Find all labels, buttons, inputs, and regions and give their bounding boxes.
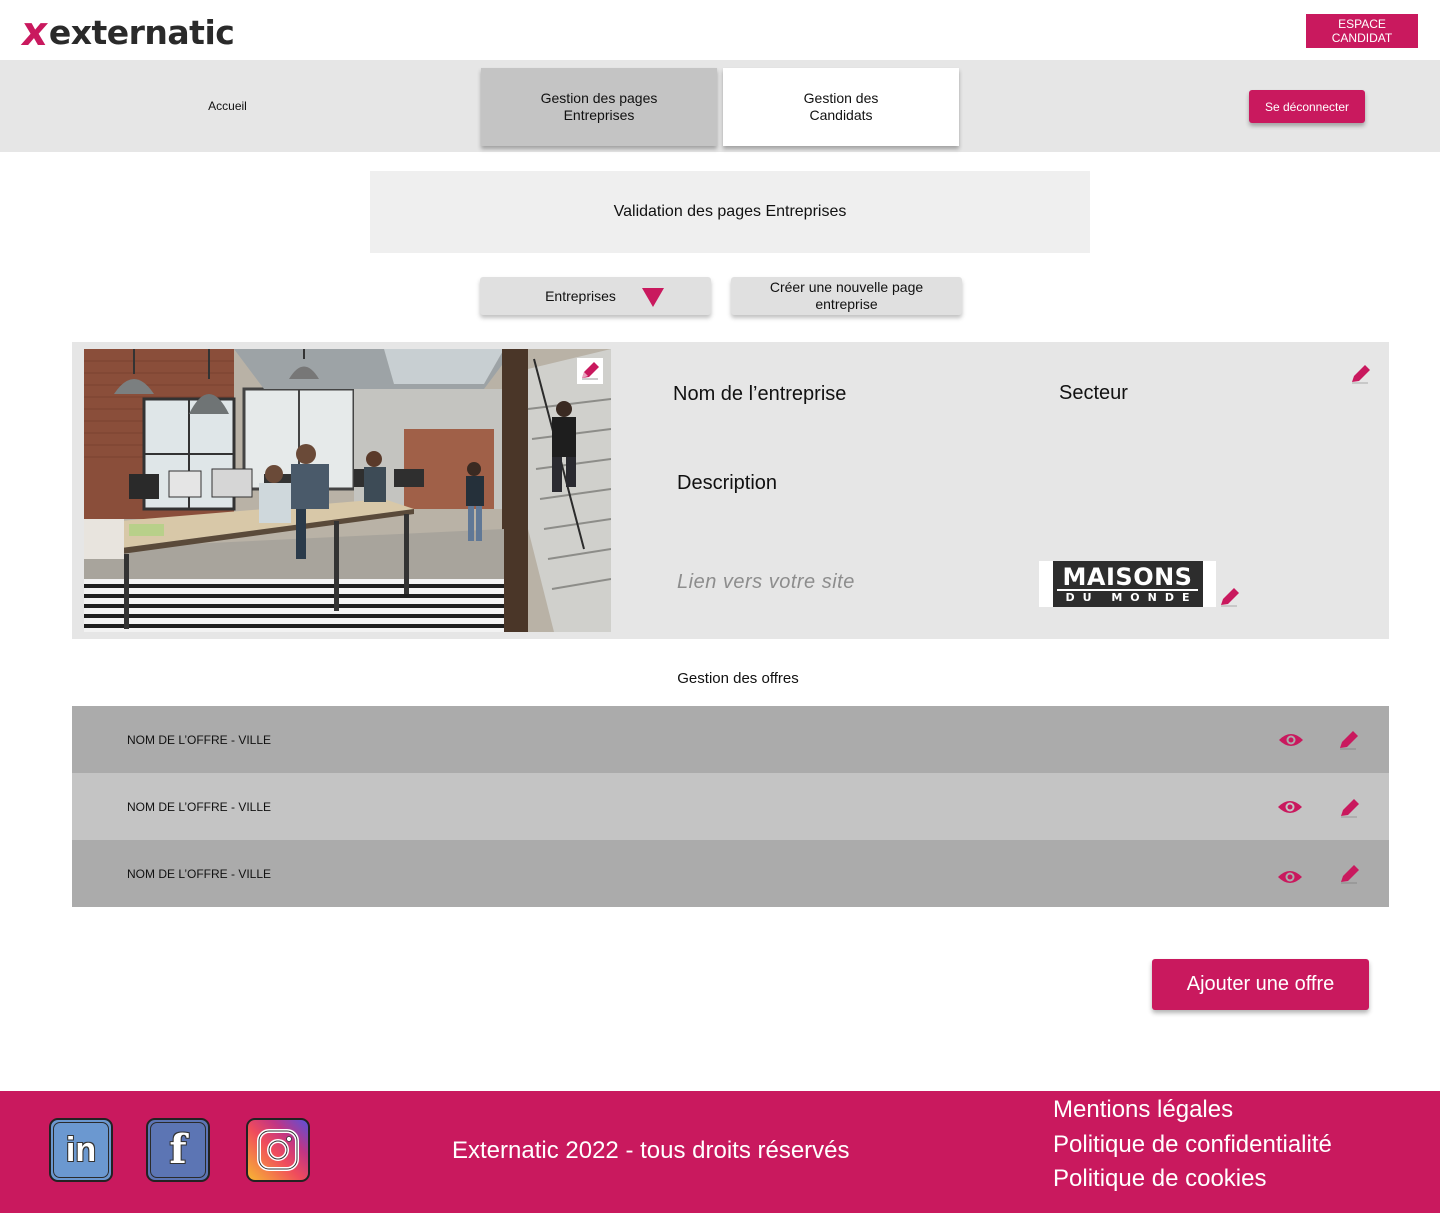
offer-label: NOM DE L’OFFRE - VILLE bbox=[127, 800, 272, 814]
edit-company-info-button[interactable] bbox=[1348, 361, 1374, 387]
tab-gestion-entreprises[interactable]: Gestion des pages Entreprises bbox=[481, 68, 717, 146]
eye-icon[interactable] bbox=[1277, 868, 1303, 886]
company-logo: MAISONS DU MONDE bbox=[1039, 561, 1216, 607]
nav-home-link[interactable]: Accueil bbox=[180, 99, 275, 113]
linkedin-link[interactable]: in bbox=[49, 1118, 113, 1182]
logo[interactable]: x externatic bbox=[18, 9, 235, 55]
pencil-icon[interactable] bbox=[1336, 727, 1362, 753]
facebook-icon: f bbox=[150, 1122, 206, 1178]
dropdown-triangle-icon bbox=[642, 288, 664, 307]
logout-button[interactable]: Se déconnecter bbox=[1249, 90, 1365, 123]
pencil-icon[interactable] bbox=[1337, 795, 1363, 821]
linkedin-icon: in bbox=[53, 1122, 109, 1178]
brand-logo-top: MAISONS bbox=[1062, 562, 1193, 591]
company-site-link-input[interactable]: Lien vers votre site bbox=[677, 571, 855, 594]
edit-logo-button[interactable] bbox=[1217, 584, 1243, 610]
facebook-link[interactable]: f bbox=[146, 1118, 210, 1182]
offers-section-title: Gestion des offres bbox=[677, 670, 799, 687]
offer-row[interactable]: NOM DE L’OFFRE - VILLE bbox=[72, 840, 1389, 907]
edit-photo-button[interactable] bbox=[577, 358, 603, 384]
instagram-icon bbox=[257, 1129, 299, 1171]
company-sector-label[interactable]: Secteur bbox=[1059, 382, 1128, 405]
company-description-label[interactable]: Description bbox=[677, 472, 777, 495]
company-photo bbox=[84, 349, 611, 632]
create-company-page-button[interactable]: Créer une nouvelle page entreprise bbox=[731, 277, 962, 315]
espace-candidat-button[interactable]: ESPACE CANDIDAT bbox=[1306, 14, 1418, 48]
add-offer-button[interactable]: Ajouter une offre bbox=[1152, 959, 1369, 1010]
offer-label: NOM DE L’OFFRE - VILLE bbox=[127, 867, 272, 881]
cookie-policy-link[interactable]: Politique de cookies bbox=[1053, 1165, 1266, 1193]
dropdown-label: Entreprises bbox=[545, 287, 616, 304]
eye-icon[interactable] bbox=[1278, 731, 1304, 749]
brand-logo-bottom: DU MONDE bbox=[1057, 588, 1198, 604]
offer-label: NOM DE L’OFFRE - VILLE bbox=[127, 733, 272, 747]
eye-icon[interactable] bbox=[1277, 798, 1303, 816]
tab-gestion-candidats[interactable]: Gestion des Candidats bbox=[723, 68, 959, 146]
company-name-label[interactable]: Nom de l’entreprise bbox=[673, 383, 846, 406]
offer-row[interactable]: NOM DE L’OFFRE - VILLE bbox=[72, 706, 1389, 773]
privacy-policy-link[interactable]: Politique de confidentialité bbox=[1053, 1131, 1332, 1159]
page-title: Validation des pages Entreprises bbox=[370, 171, 1090, 253]
offer-row[interactable]: NOM DE L’OFFRE - VILLE bbox=[72, 773, 1389, 840]
entreprises-dropdown[interactable]: Entreprises bbox=[480, 277, 711, 315]
copyright-text: Externatic 2022 - tous droits réservés bbox=[452, 1137, 850, 1164]
pencil-icon[interactable] bbox=[1337, 861, 1363, 887]
pencil-icon bbox=[1352, 365, 1370, 384]
pencil-icon bbox=[1221, 588, 1239, 607]
logo-text: externatic bbox=[48, 12, 235, 52]
pencil-icon bbox=[582, 362, 599, 380]
mentions-legales-link[interactable]: Mentions légales bbox=[1053, 1096, 1233, 1124]
instagram-link[interactable] bbox=[246, 1118, 310, 1182]
logo-mark: x bbox=[18, 9, 52, 55]
